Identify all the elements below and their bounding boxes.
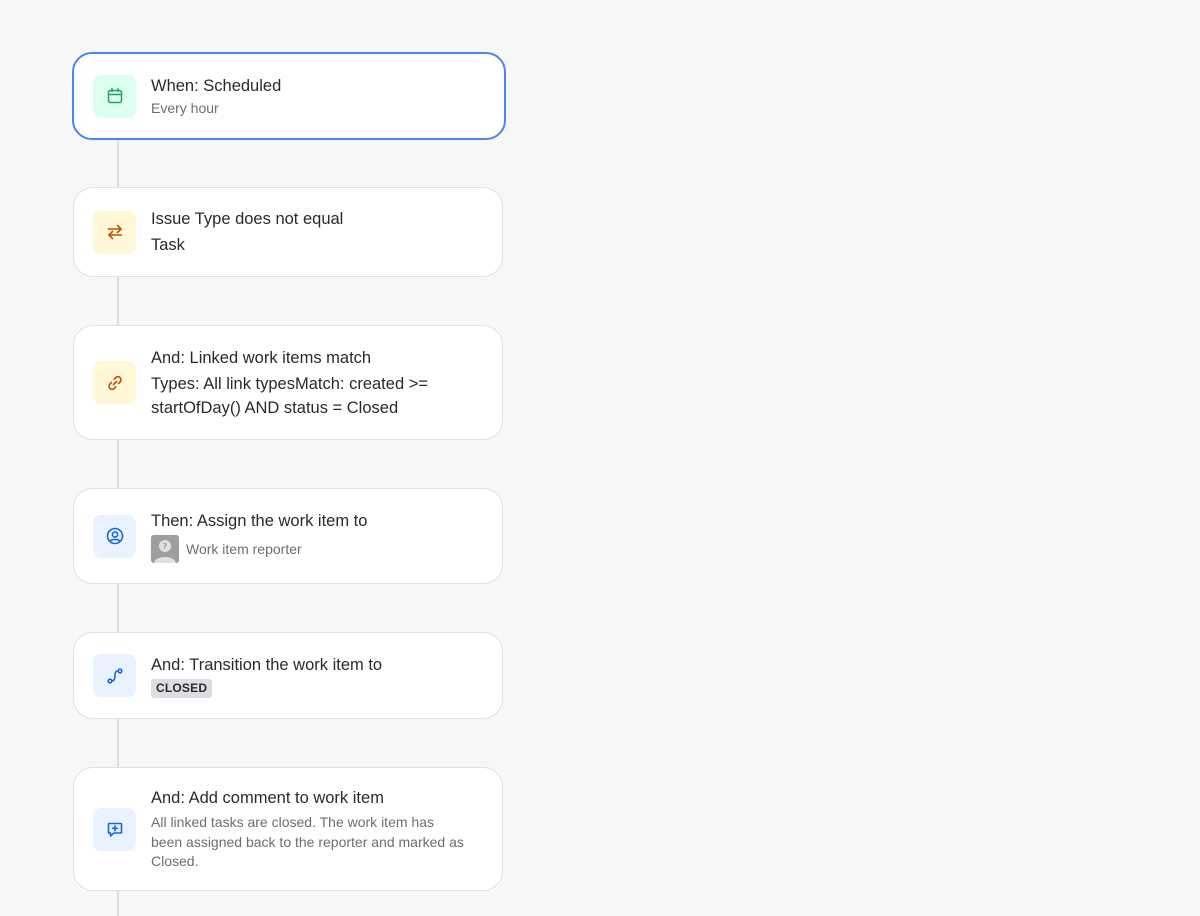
flow-connector <box>117 276 119 326</box>
action-card-transition[interactable]: And: Transition the work item to CLOSED <box>73 632 503 719</box>
step-title: And: Transition the work item to <box>151 656 383 674</box>
flow-connector <box>117 139 119 188</box>
status-badge: CLOSED <box>151 679 213 698</box>
trigger-card-scheduled[interactable]: When: Scheduled Every hour <box>72 52 506 140</box>
step-title: When: Scheduled <box>151 77 282 95</box>
condition-card-issue-type[interactable]: Issue Type does not equal Task <box>73 187 503 277</box>
avatar: ? <box>151 535 179 563</box>
link-icon <box>93 361 136 404</box>
step-title: Issue Type does not equal <box>151 210 344 228</box>
transition-icon <box>93 654 136 697</box>
comment-text: All linked tasks are closed. The work it… <box>151 814 464 870</box>
calendar-icon <box>93 74 136 118</box>
flow-connector <box>117 890 119 916</box>
step-subtitle: Task <box>151 236 185 254</box>
flow-connector <box>117 439 119 489</box>
assignee-label: Work item reporter <box>186 541 302 557</box>
step-title: And: Linked work items match <box>151 348 372 367</box>
step-title: And: Add comment to work item <box>151 789 384 808</box>
step-subtitle: Types: All link typesMatch: created >= s… <box>151 374 428 417</box>
comment-add-icon <box>93 807 136 851</box>
flow-connector <box>117 718 119 768</box>
condition-card-linked-items[interactable]: And: Linked work items match Types: All … <box>73 325 503 440</box>
svg-text:?: ? <box>163 542 168 551</box>
action-card-assign[interactable]: Then: Assign the work item to ? Work ite… <box>73 488 503 584</box>
action-card-comment[interactable]: And: Add comment to work item All linked… <box>73 767 503 891</box>
flow-connector <box>117 583 119 633</box>
swap-arrows-icon <box>93 210 136 254</box>
step-subtitle: Every hour <box>151 100 219 116</box>
automation-flow-canvas: When: Scheduled Every hour Issue Type do… <box>0 0 1200 916</box>
user-circle-icon <box>93 514 136 558</box>
assignee: ? Work item reporter <box>151 535 367 563</box>
step-title: Then: Assign the work item to <box>151 512 368 530</box>
